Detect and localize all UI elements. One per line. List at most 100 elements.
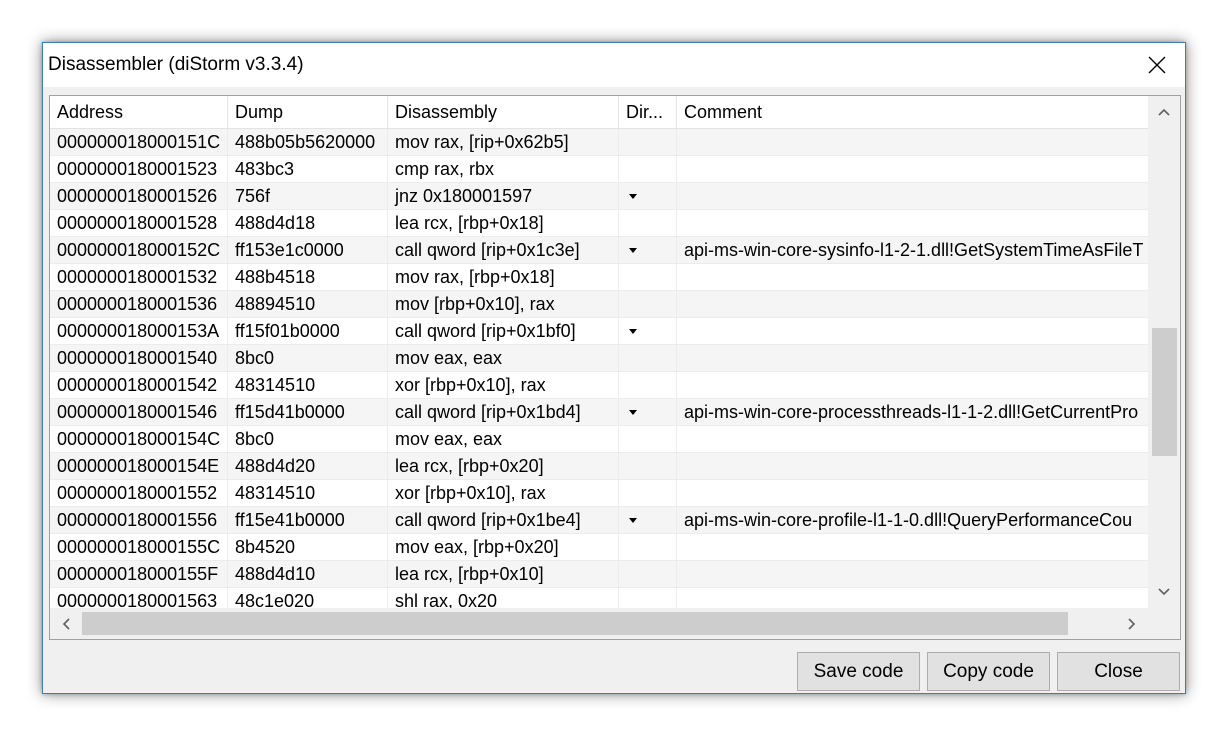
scroll-corner: [1148, 608, 1180, 639]
close-button[interactable]: Close: [1057, 652, 1180, 691]
address-cell: 0000000180001523: [50, 156, 228, 183]
disassembler-window: Disassembler (diStorm v3.3.4) Address Du…: [42, 42, 1186, 694]
table-row[interactable]: 000000018000155C 8b4520 mov eax, [rbp+0x20…: [50, 534, 1148, 561]
direction-cell: [619, 318, 677, 345]
table-row[interactable]: 0000000180001526 756f jnz 0x180001597: [50, 183, 1148, 210]
disassembly-cell: xor [rbp+0x10], rax: [388, 480, 619, 507]
dump-cell: 488d4d10: [228, 561, 388, 588]
horizontal-scroll-thumb[interactable]: [82, 612, 1068, 635]
vertical-scrollbar[interactable]: [1148, 96, 1180, 608]
disassembly-cell: call qword [rip+0x1bd4]: [388, 399, 619, 426]
address-cell: 0000000180001540: [50, 345, 228, 372]
column-header-disassembly[interactable]: Disassembly: [388, 96, 619, 129]
copy-code-button[interactable]: Copy code: [927, 652, 1050, 691]
address-cell: 000000018000154C: [50, 426, 228, 453]
direction-cell: [619, 507, 677, 534]
table-row[interactable]: 000000018000153A ff15f01b0000 call qword […: [50, 318, 1148, 345]
column-header-dump[interactable]: Dump: [228, 96, 388, 129]
close-icon: [1148, 56, 1166, 74]
dump-cell: ff153e1c0000: [228, 237, 388, 264]
dump-cell: 48c1e020: [228, 588, 388, 608]
dump-cell: ff15e41b0000: [228, 507, 388, 534]
comment-cell: api-ms-win-core-profile-l1-1-0.dll!Query…: [684, 510, 1133, 530]
table-row[interactable]: 0000000180001556 ff15e41b0000 call qword […: [50, 507, 1148, 534]
table-row[interactable]: 0000000180001542 48314510 xor [rbp+0x10], …: [50, 372, 1148, 399]
direction-cell: [619, 453, 677, 480]
direction-cell: [619, 291, 677, 318]
address-cell: 0000000180001528: [50, 210, 228, 237]
window-close-button[interactable]: [1129, 43, 1185, 87]
address-cell: 0000000180001526: [50, 183, 228, 210]
comment-cell: [677, 183, 1148, 210]
address-cell: 000000018000154E: [50, 453, 228, 480]
table-row[interactable]: 0000000180001532 488b4518 mov rax, [rbp+0x…: [50, 264, 1148, 291]
table-row[interactable]: 0000000180001540 8bc0 mov eax, eax: [50, 345, 1148, 372]
horizontal-scrollbar[interactable]: [50, 608, 1148, 639]
disassembly-cell: call qword [rip+0x1c3e]: [388, 237, 619, 264]
chevron-up-icon: [1158, 108, 1170, 116]
address-cell: 000000018000155C: [50, 534, 228, 561]
table-row[interactable]: 0000000180001563 48c1e020 shl rax, 0x20: [50, 588, 1148, 608]
table-row[interactable]: 0000000180001552 48314510 xor [rbp+0x10], …: [50, 480, 1148, 507]
column-header-direction[interactable]: Dir...: [619, 96, 677, 129]
dump-cell: 8bc0: [228, 426, 388, 453]
jump-arrow-icon[interactable]: [629, 248, 637, 253]
address-cell: 0000000180001556: [50, 507, 228, 534]
vertical-scroll-thumb[interactable]: [1152, 328, 1177, 456]
disassembly-cell: lea rcx, [rbp+0x18]: [388, 210, 619, 237]
table-row[interactable]: 0000000180001536 48894510 mov [rbp+0x10], …: [50, 291, 1148, 318]
table-row[interactable]: 0000000180001528 488d4d18 lea rcx, [rbp+0x…: [50, 210, 1148, 237]
direction-cell: [619, 210, 677, 237]
table-row[interactable]: 0000000180001546 ff15d41b0000 call qword […: [50, 399, 1148, 426]
disassembly-cell: mov rax, [rip+0x62b5]: [388, 129, 619, 156]
comment-cell: [677, 426, 1148, 453]
direction-cell: [619, 561, 677, 588]
jump-arrow-icon[interactable]: [629, 329, 637, 334]
jump-arrow-icon[interactable]: [629, 410, 637, 415]
disassembly-grid[interactable]: Address Dump Disassembly Dir... Comment …: [49, 95, 1181, 640]
scroll-left-button[interactable]: [50, 608, 82, 639]
comment-cell: [677, 588, 1148, 608]
table-row[interactable]: 0000000180001523 483bc3 cmp rax, rbx: [50, 156, 1148, 183]
table-row[interactable]: 000000018000155F 488d4d10 lea rcx, [rbp+0x…: [50, 561, 1148, 588]
direction-cell: [619, 129, 677, 156]
dump-cell: 48314510: [228, 372, 388, 399]
dump-cell: 48314510: [228, 480, 388, 507]
comment-cell: [677, 291, 1148, 318]
address-cell: 0000000180001542: [50, 372, 228, 399]
disassembly-cell: shl rax, 0x20: [388, 588, 619, 608]
table-row[interactable]: 000000018000154E 488d4d20 lea rcx, [rbp+0x…: [50, 453, 1148, 480]
disassembly-cell: cmp rax, rbx: [388, 156, 619, 183]
address-cell: 000000018000153A: [50, 318, 228, 345]
dump-cell: 48894510: [228, 291, 388, 318]
comment-cell: [677, 129, 1148, 156]
jump-arrow-icon[interactable]: [629, 518, 637, 523]
disassembly-cell: lea rcx, [rbp+0x10]: [388, 561, 619, 588]
table-row[interactable]: 000000018000152C ff153e1c0000 call qword […: [50, 237, 1148, 264]
table-row[interactable]: 000000018000154C 8bc0 mov eax, eax: [50, 426, 1148, 453]
direction-cell: [619, 264, 677, 291]
comment-cell: [677, 264, 1148, 291]
scroll-down-button[interactable]: [1148, 576, 1180, 608]
disassembly-cell: lea rcx, [rbp+0x20]: [388, 453, 619, 480]
direction-cell: [619, 156, 677, 183]
direction-cell: [619, 183, 677, 210]
comment-cell: [677, 210, 1148, 237]
comment-cell: [677, 480, 1148, 507]
jump-arrow-icon[interactable]: [629, 194, 637, 199]
column-header-comment[interactable]: Comment: [677, 96, 1148, 129]
address-cell: 000000018000151C: [50, 129, 228, 156]
comment-cell: [677, 372, 1148, 399]
table-row[interactable]: 000000018000151C 488b05b5620000 mov rax, […: [50, 129, 1148, 156]
title-bar[interactable]: Disassembler (diStorm v3.3.4): [43, 43, 1185, 87]
address-cell: 0000000180001532: [50, 264, 228, 291]
direction-cell: [619, 480, 677, 507]
dump-cell: 488b05b5620000: [228, 129, 388, 156]
scroll-right-button[interactable]: [1116, 608, 1148, 639]
disassembly-cell: mov [rbp+0x10], rax: [388, 291, 619, 318]
save-code-button[interactable]: Save code: [797, 652, 920, 691]
comment-cell: [677, 156, 1148, 183]
scroll-up-button[interactable]: [1148, 96, 1180, 128]
column-header-address[interactable]: Address: [50, 96, 228, 129]
address-cell: 000000018000155F: [50, 561, 228, 588]
